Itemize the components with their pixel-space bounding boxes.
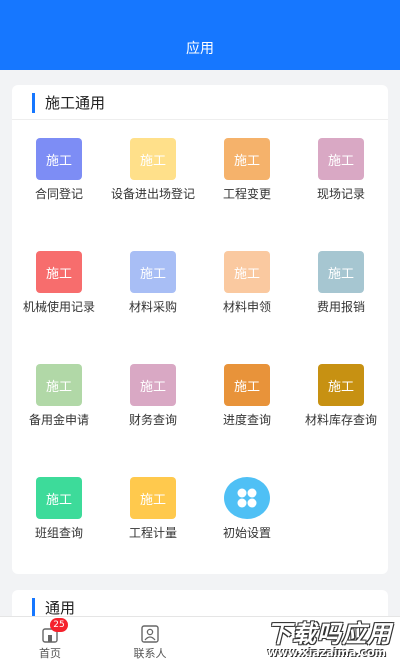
app-item[interactable]: 施工 材料库存查询 bbox=[294, 351, 388, 464]
tab-label: 首页 bbox=[39, 647, 61, 660]
app-item[interactable]: 施工 进度查询 bbox=[200, 351, 294, 464]
page-title: 应用 bbox=[186, 41, 214, 57]
app-item-settings[interactable]: 初始设置 bbox=[200, 464, 294, 577]
app-label: 进度查询 bbox=[222, 413, 271, 427]
app-item[interactable]: 施工 合同登记 bbox=[12, 125, 106, 238]
notification-badge: 25 bbox=[50, 618, 68, 632]
app-item[interactable]: 施工 备用金申请 bbox=[12, 351, 106, 464]
construction-icon: 施工 bbox=[36, 364, 82, 406]
app-label: 初始设置 bbox=[222, 526, 271, 540]
app-item[interactable]: 施工 工程计量 bbox=[106, 464, 200, 577]
app-item[interactable]: 施工 费用报销 bbox=[294, 238, 388, 351]
app-grid: 施工 合同登记 施工 设备进出场登记 施工 工程变更 施工 现场记录 施工 机械使用记录 施工 材料采… bbox=[12, 125, 388, 577]
app-label: 财务查询 bbox=[128, 413, 177, 427]
app-item[interactable]: 施工 机械使用记录 bbox=[12, 238, 106, 351]
app-item[interactable]: 施工 材料采购 bbox=[106, 238, 200, 351]
tab-label: 联系人 bbox=[133, 647, 167, 660]
watermark-url: www.xiazaima.com bbox=[267, 646, 386, 659]
app-item[interactable]: 施工 班组查询 bbox=[12, 464, 106, 577]
construction-icon: 施工 bbox=[130, 251, 176, 293]
contacts-icon bbox=[140, 625, 160, 643]
construction-icon: 施工 bbox=[318, 251, 364, 293]
app-label: 合同登记 bbox=[34, 187, 83, 201]
construction-icon: 施工 bbox=[36, 477, 82, 519]
section-title: 施工通用 bbox=[32, 93, 105, 113]
construction-section: 施工通用 施工 合同登记 施工 设备进出场登记 施工 工程变更 施工 现场记录 施工 机械使用记录… bbox=[12, 85, 388, 574]
app-header: 应用 bbox=[0, 0, 400, 70]
construction-icon: 施工 bbox=[318, 138, 364, 180]
construction-icon: 施工 bbox=[130, 364, 176, 406]
app-label: 费用报销 bbox=[316, 300, 365, 314]
divider bbox=[12, 119, 388, 120]
app-label: 班组查询 bbox=[34, 526, 83, 540]
watermark-logo: 下载吗应用 www.xiazaima.com bbox=[240, 612, 392, 662]
construction-icon: 施工 bbox=[36, 251, 82, 293]
construction-icon: 施工 bbox=[224, 251, 270, 293]
app-item[interactable]: 施工 工程变更 bbox=[200, 125, 294, 238]
construction-icon: 施工 bbox=[36, 138, 82, 180]
app-label: 工程变更 bbox=[222, 187, 271, 201]
app-label: 现场记录 bbox=[316, 187, 365, 201]
construction-icon: 施工 bbox=[224, 364, 270, 406]
app-label: 工程计量 bbox=[128, 526, 177, 540]
app-item[interactable]: 施工 现场记录 bbox=[294, 125, 388, 238]
app-label: 材料采购 bbox=[128, 300, 177, 314]
section-title: 通用 bbox=[32, 598, 75, 618]
app-item[interactable]: 施工 财务查询 bbox=[106, 351, 200, 464]
watermark-title: 下载吗应用 bbox=[267, 620, 392, 648]
four-dots-icon bbox=[224, 477, 270, 519]
home-icon: 25 bbox=[40, 618, 68, 643]
tab-home[interactable]: 25 首页 bbox=[10, 617, 90, 666]
app-label: 机械使用记录 bbox=[22, 300, 95, 314]
app-item[interactable]: 施工 设备进出场登记 bbox=[106, 125, 200, 238]
construction-icon: 施工 bbox=[130, 138, 176, 180]
construction-icon: 施工 bbox=[130, 477, 176, 519]
app-label: 设备进出场登记 bbox=[110, 187, 195, 201]
app-label: 材料申领 bbox=[222, 300, 271, 314]
app-item[interactable]: 施工 材料申领 bbox=[200, 238, 294, 351]
construction-icon: 施工 bbox=[224, 138, 270, 180]
app-label: 备用金申请 bbox=[28, 413, 89, 427]
construction-icon: 施工 bbox=[318, 364, 364, 406]
tab-contacts[interactable]: 联系人 bbox=[110, 617, 190, 666]
app-label: 材料库存查询 bbox=[304, 413, 377, 427]
